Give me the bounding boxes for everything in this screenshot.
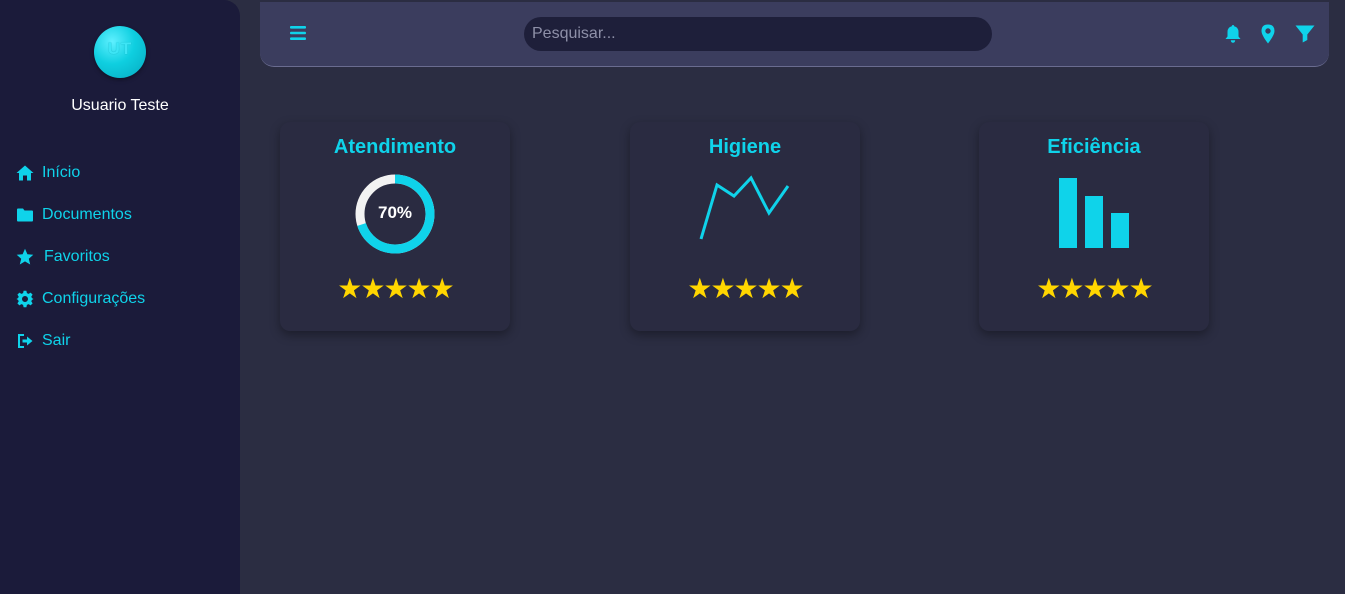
rating-stars: ★★★★★ (687, 273, 805, 304)
avatar[interactable]: UT (94, 26, 146, 78)
gear-icon (16, 290, 34, 308)
sidebar-item-label: Favoritos (44, 248, 110, 265)
sign-out-icon (18, 334, 33, 348)
sidebar-item-configuracoes[interactable]: Configurações (16, 288, 145, 310)
sidebar-item-label: Início (42, 164, 81, 181)
avatar-initials: UT (107, 39, 133, 58)
card-title: Atendimento (333, 136, 457, 158)
sidebar-item-label: Sair (42, 332, 71, 349)
menu-icon (290, 26, 306, 40)
card-atendimento: Atendimento 70% ★★★★★ (280, 122, 510, 331)
rating-stars: ★★★★★ (337, 273, 455, 304)
star-icon (16, 248, 34, 265)
filter-icon (1295, 25, 1315, 43)
home-icon (16, 165, 34, 181)
menu-button[interactable] (289, 24, 307, 42)
notifications-button[interactable] (1224, 24, 1242, 44)
card-eficiencia: Eficiência ★★★★★ (979, 122, 1209, 331)
location-button[interactable] (1261, 24, 1275, 44)
trend-line (699, 175, 790, 240)
folder-icon (17, 208, 33, 222)
filter-button[interactable] (1295, 24, 1315, 44)
sidebar-item-documentos[interactable]: Documentos (16, 204, 132, 226)
sidebar-item-sair[interactable]: Sair (16, 330, 70, 352)
search-input[interactable] (524, 17, 992, 51)
card-title: Higiene (708, 136, 782, 158)
bar-2 (1085, 196, 1103, 248)
bar-3 (1111, 213, 1129, 248)
sidebar: UT Usuario Teste Início Documentos Favor… (0, 0, 240, 594)
sidebar-item-favoritos[interactable]: Favoritos (16, 246, 110, 268)
line-chart-icon (699, 175, 790, 240)
bell-icon (1225, 25, 1241, 43)
rating-stars: ★★★★★ (1036, 273, 1154, 304)
bar-1 (1059, 178, 1077, 248)
sidebar-item-label: Documentos (42, 206, 132, 223)
card-title: Eficiência (1047, 136, 1141, 158)
bar-chart-icon (1059, 178, 1129, 248)
map-pin-icon (1261, 24, 1275, 44)
card-higiene: Higiene ★★★★★ (630, 122, 860, 331)
user-name: Usuario Teste (71, 97, 169, 114)
sidebar-item-inicio[interactable]: Início (16, 162, 80, 184)
progress-value: 70% (377, 203, 413, 222)
sidebar-item-label: Configurações (42, 290, 146, 307)
